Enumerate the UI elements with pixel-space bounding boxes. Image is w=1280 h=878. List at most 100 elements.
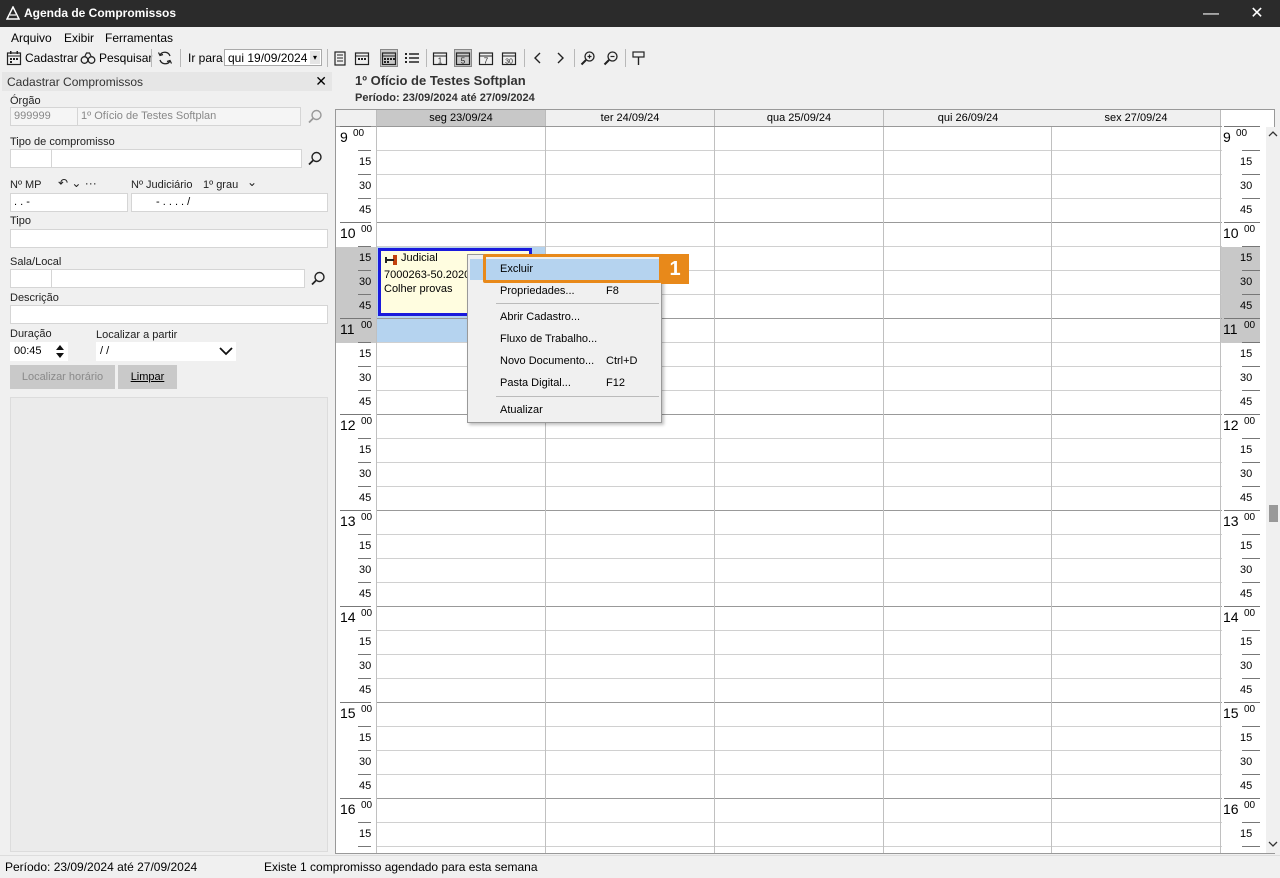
tipo-compromisso-search-icon[interactable] <box>306 150 324 168</box>
scroll-up-icon[interactable] <box>1268 129 1278 139</box>
cadastrar-button[interactable]: Cadastrar <box>6 49 78 67</box>
minute-label: 30 <box>359 756 372 768</box>
hour-minute-label: 00 <box>1244 608 1256 619</box>
nmp-tools[interactable]: ↶ ⌄ ··· <box>58 176 97 190</box>
minute-label: 30 <box>359 180 372 192</box>
ctx-item-propriedades[interactable]: Propriedades... F8 <box>470 281 659 302</box>
hour-minute-label: 00 <box>361 224 373 235</box>
ctx-item-novo-documento[interactable]: Novo Documento... Ctrl+D <box>470 351 659 372</box>
work-week-icon[interactable] <box>354 50 370 66</box>
duracao-spinner-icon[interactable] <box>54 342 66 361</box>
panel-close-button[interactable]: ✕ <box>315 73 327 90</box>
minute-label: 15 <box>359 732 372 744</box>
ctx-item-abrir-cadastro[interactable]: Abrir Cadastro... <box>470 307 659 328</box>
toolbar-separator <box>151 49 152 67</box>
localizar-partir-field[interactable]: / / <box>96 342 236 361</box>
minute-label: 30 <box>359 372 372 384</box>
window-title: Agenda de Compromissos <box>24 6 177 20</box>
time-tick <box>340 318 371 319</box>
goto-date-dropdown[interactable]: ▾ <box>310 51 320 64</box>
day-header[interactable]: qui 26/09/24 <box>884 110 1053 127</box>
grid-line <box>377 630 1222 631</box>
orgao-code-field[interactable]: 999999 <box>10 107 78 126</box>
orgao-name-field[interactable]: 1º Ofício de Testes Softplan <box>77 107 301 126</box>
ctx-item-pasta-digital[interactable]: Pasta Digital... F12 <box>470 373 659 394</box>
menu-ferramentas[interactable]: Ferramentas <box>105 31 173 45</box>
sala-name-field[interactable] <box>51 269 305 288</box>
week-view-icon[interactable] <box>380 49 398 67</box>
status-periodo: Período: 23/09/2024 até 27/09/2024 <box>5 860 198 874</box>
nmp-field[interactable]: . . - <box>10 193 128 212</box>
day-header[interactable]: ter 24/09/24 <box>546 110 715 127</box>
close-window-button[interactable]: ✕ <box>1234 0 1280 27</box>
list-view-icon[interactable] <box>404 50 420 66</box>
grau-value[interactable]: 1º grau <box>203 179 238 191</box>
grau-chevron-icon[interactable]: ⌄ <box>247 175 257 189</box>
time-tick <box>358 630 371 631</box>
vertical-scrollbar[interactable] <box>1266 127 1280 853</box>
localizar-horario-button[interactable]: Localizar horário <box>10 365 115 389</box>
sala-code-field[interactable] <box>10 269 52 288</box>
time-tick <box>358 174 371 175</box>
time-tick <box>358 294 371 295</box>
zoom-out-icon[interactable] <box>603 50 619 66</box>
ctx-item-fluxo-de-trabalho[interactable]: Fluxo de Trabalho... <box>470 329 659 350</box>
tipo-label: Tipo <box>10 215 31 227</box>
ctx-item-shortcut: Ctrl+D <box>606 355 638 367</box>
next-icon[interactable] <box>552 50 568 66</box>
hour-label: 12 <box>340 417 356 433</box>
svg-text:7: 7 <box>484 57 489 66</box>
menu-exibir[interactable]: Exibir <box>64 31 94 45</box>
scroll-down-icon[interactable] <box>1268 839 1278 849</box>
tipo-compromisso-name-field[interactable] <box>51 149 302 168</box>
day-header[interactable]: sex 27/09/24 <box>1052 110 1221 127</box>
one-day-icon[interactable]: 1 <box>432 50 448 66</box>
scroll-thumb[interactable] <box>1269 505 1278 522</box>
sala-search-icon[interactable] <box>309 270 327 288</box>
day-column-divider <box>545 127 546 853</box>
toolbar-separator <box>574 49 575 67</box>
minute-label: 30 <box>359 660 372 672</box>
hour-label: 16 <box>340 801 356 817</box>
refresh-button[interactable] <box>157 49 173 67</box>
minute-label: 15 <box>1240 732 1253 744</box>
time-tick <box>1224 318 1260 319</box>
toolbar-separator <box>524 49 525 67</box>
ctx-item-shortcut: F12 <box>606 377 625 389</box>
descricao-field[interactable] <box>10 305 328 324</box>
calendar-add-icon <box>6 51 22 66</box>
minimize-button[interactable]: — <box>1188 0 1234 27</box>
day-header[interactable]: qua 25/09/24 <box>715 110 884 127</box>
time-tick <box>1242 726 1260 727</box>
minute-label: 15 <box>1240 540 1253 552</box>
hour-minute-label: 00 <box>1244 320 1256 331</box>
limpar-button[interactable]: Limpar <box>118 365 177 389</box>
tipo-field[interactable] <box>10 229 328 248</box>
pesquisar-button[interactable]: Pesquisar <box>80 49 152 67</box>
goto-date-field[interactable]: qui 19/09/2024 ▾ <box>224 49 322 66</box>
grid-line <box>377 606 1222 607</box>
time-tick <box>358 678 371 679</box>
tipo-compromisso-code-field[interactable] <box>10 149 52 168</box>
localizar-partir-dropdown-icon[interactable] <box>218 344 234 358</box>
ctx-item-atualizar[interactable]: Atualizar <box>470 400 659 421</box>
day-view-icon[interactable] <box>332 50 348 66</box>
toolbar-separator <box>327 49 328 67</box>
njud-field[interactable]: - . . . . / <box>131 193 328 212</box>
orgao-search-icon[interactable] <box>306 108 324 126</box>
month-view-icon[interactable]: 30 <box>501 50 517 66</box>
minute-label: 15 <box>1240 252 1253 264</box>
zoom-in-icon[interactable] <box>580 50 596 66</box>
svg-text:1: 1 <box>438 57 443 66</box>
minute-label: 45 <box>1240 780 1253 792</box>
grid-line <box>377 702 1222 703</box>
menu-arquivo[interactable]: Arquivo <box>11 31 52 45</box>
day-header[interactable]: seg 23/09/24 <box>377 110 546 127</box>
day-column-divider <box>376 127 377 853</box>
seven-day-icon[interactable]: 7 <box>478 50 494 66</box>
previous-icon[interactable] <box>530 50 546 66</box>
filter-icon[interactable] <box>631 50 647 66</box>
week-grid[interactable]: seg 23/09/24 ter 24/09/24 qua 25/09/24 qui … <box>335 109 1275 854</box>
hour-minute-label: 00 <box>361 800 373 811</box>
five-day-icon[interactable]: 5 <box>454 49 472 67</box>
